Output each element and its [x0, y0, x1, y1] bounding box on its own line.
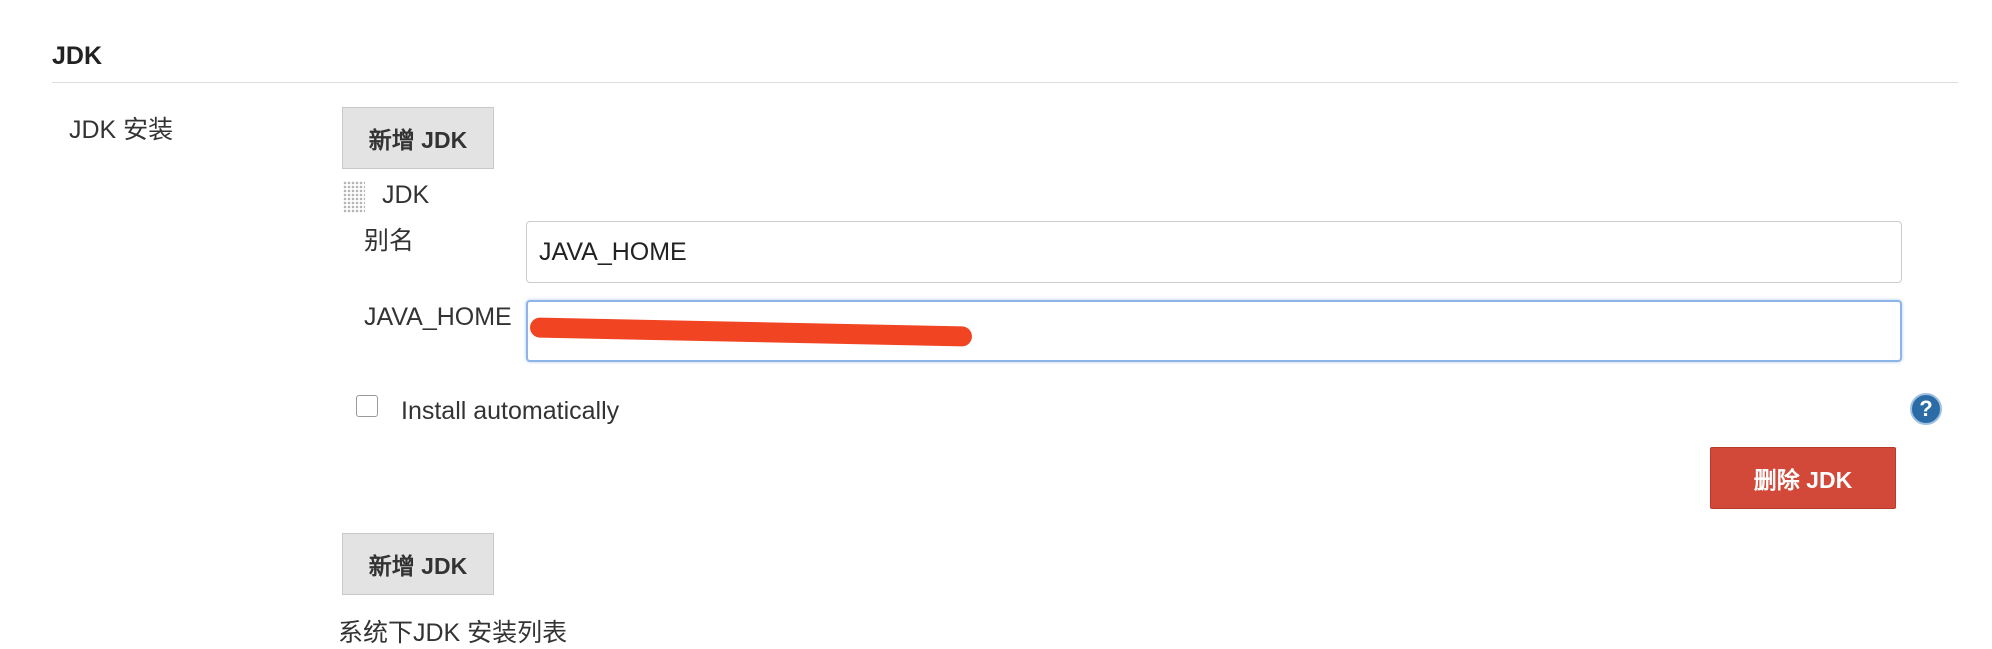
- jdk-installations-label: JDK 安装: [69, 116, 174, 144]
- install-automatically-checkbox[interactable]: [356, 395, 378, 417]
- jdk-installations-description: 系统下JDK 安装列表: [338, 619, 568, 647]
- section-title-jdk: JDK: [52, 42, 103, 70]
- alias-input[interactable]: [526, 221, 1902, 283]
- add-jdk-button-bottom[interactable]: 新增 JDK: [342, 533, 494, 595]
- add-jdk-button[interactable]: 新增 JDK: [342, 107, 494, 169]
- install-automatically-label: Install automatically: [401, 397, 620, 425]
- section-divider: [52, 82, 1958, 83]
- alias-label: 别名: [364, 227, 415, 255]
- drag-handle-icon[interactable]: [343, 181, 365, 213]
- jdk-item-title: JDK: [382, 181, 430, 209]
- java-home-label: JAVA_HOME: [364, 303, 512, 331]
- delete-jdk-button[interactable]: 删除 JDK: [1710, 447, 1896, 509]
- help-icon[interactable]: ?: [1910, 393, 1942, 425]
